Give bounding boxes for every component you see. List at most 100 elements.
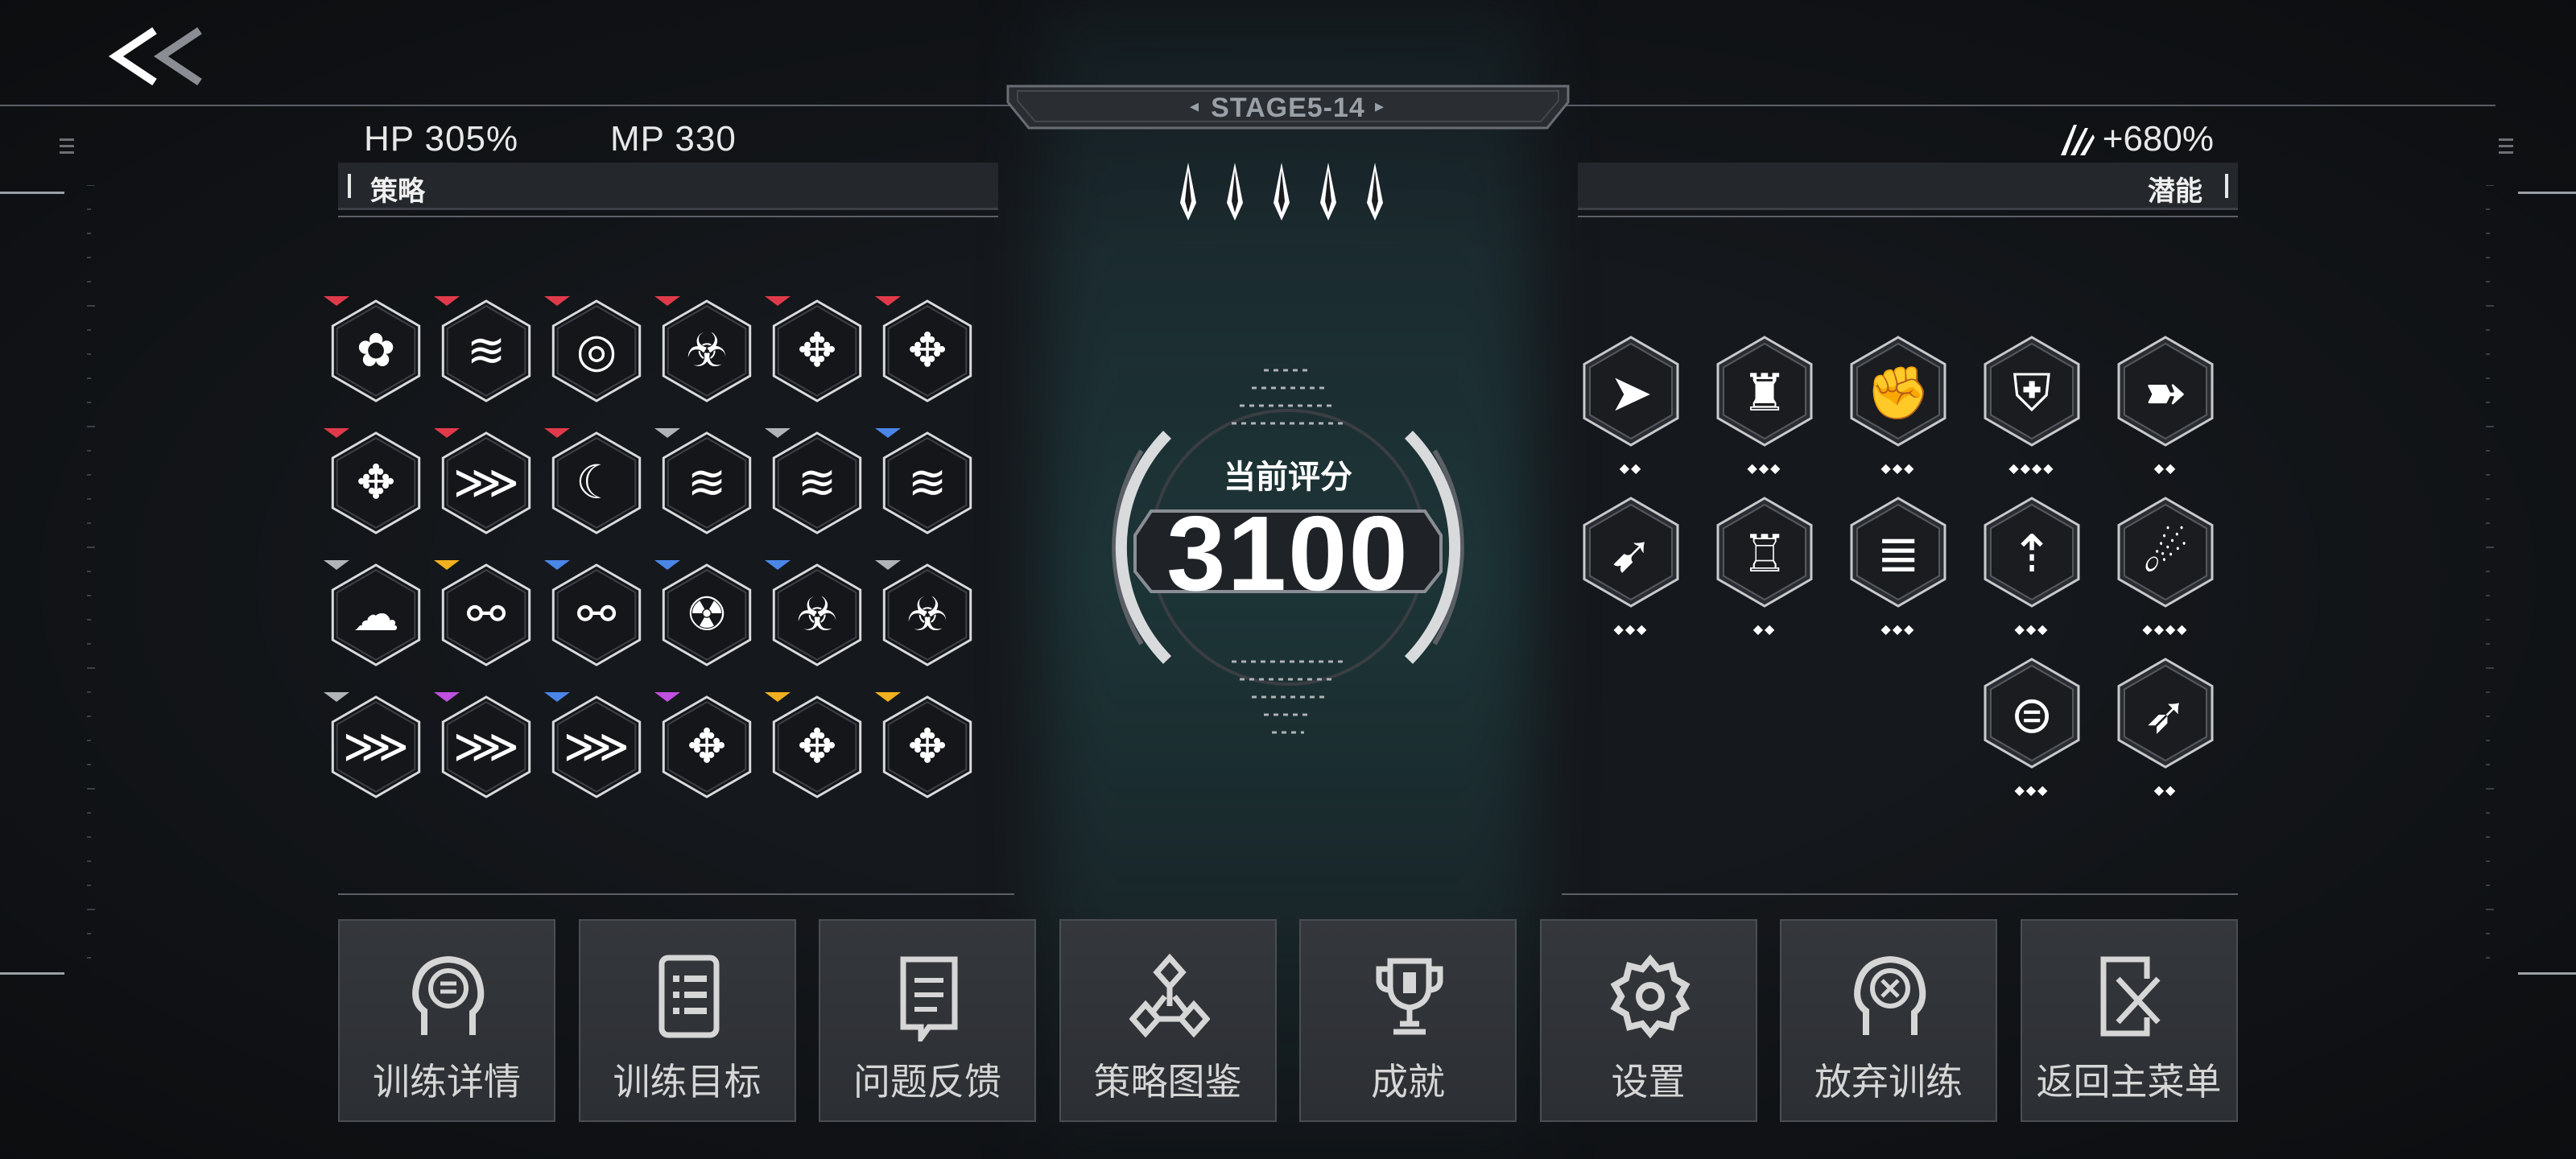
strategy-skill-slot[interactable]: ≋ <box>654 427 759 547</box>
rarity-marker <box>765 296 791 306</box>
potential-slot[interactable]: ☄ ◆◆◆◆ <box>2109 489 2230 637</box>
bullet-icon: ➽ <box>2144 364 2187 422</box>
shield-blade-icon: ⛨ <box>2013 364 2051 422</box>
edge-marker-right-bottom <box>2518 972 2576 975</box>
potential-slot[interactable]: ⊜ ◆◆◆ <box>1975 650 2096 798</box>
menu-button-1[interactable]: 训练详情 <box>338 919 555 1122</box>
potential-slot[interactable]: ➶ ◆◆ <box>2109 650 2230 798</box>
menu-button-label: 训练目标 <box>613 1061 762 1103</box>
strategy-skill-slot[interactable]: ⋙ <box>434 691 539 811</box>
strategy-skill-slot[interactable]: ☁ <box>324 559 428 679</box>
potential-level-dots: ◆◆◆◆ <box>2142 623 2189 637</box>
gear-icon <box>1610 954 1690 1039</box>
rarity-marker <box>654 296 680 306</box>
blade-stack-icon: ≣ <box>1876 525 1920 583</box>
strategy-skill-slot[interactable]: ☾ <box>544 427 649 547</box>
edge-marker-left-top <box>0 192 64 194</box>
menu-button-6[interactable]: 设置 <box>1539 919 1757 1122</box>
potential-level-dots: ◆◆◆ <box>1880 623 1916 637</box>
claw-slash-icon: ⋙ <box>342 720 410 773</box>
storm-cloud-icon: ☁ <box>353 588 399 641</box>
node-link-plus-icon: ⚯ <box>466 588 506 641</box>
claw-slash-timer-icon: ⋙ <box>563 720 630 773</box>
strategy-skill-slot[interactable]: ✥ <box>875 691 980 811</box>
strategy-skill-slot[interactable]: ◎ <box>544 295 649 415</box>
menu-button-4[interactable]: 策略图鉴 <box>1059 919 1277 1122</box>
meteor-icon: ☄ <box>2142 525 2189 583</box>
strategy-skill-slot[interactable]: ≋ <box>875 427 980 547</box>
menu-button-3[interactable]: 问题反馈 <box>819 919 1036 1122</box>
strategy-skill-slot[interactable]: ⋙ <box>544 691 649 811</box>
kunai-icon <box>1274 163 1290 221</box>
strategy-skill-slot[interactable]: ✥ <box>654 691 759 811</box>
crosshair-wind-icon: ✥ <box>797 324 837 377</box>
rarity-marker <box>875 692 901 702</box>
strategy-skill-slot[interactable]: ≋ <box>434 295 539 415</box>
score-value: 3100 <box>1166 494 1410 612</box>
menu-button-5[interactable]: 成就 <box>1299 919 1517 1122</box>
spear-burst-icon: ➶ <box>2144 686 2187 744</box>
bottom-menu: 训练详情 训练目标 问题反馈 策略图鉴 成就 设置 放弃训练 返回主菜单 <box>338 919 2240 1122</box>
strategy-skill-slot[interactable]: ☣ <box>654 295 759 415</box>
rarity-marker <box>324 692 349 702</box>
rarity-marker <box>765 428 791 438</box>
strategy-skill-slot[interactable]: ≋ <box>765 427 869 547</box>
double-chevron-left-icon <box>108 27 202 86</box>
rarity-marker <box>324 560 349 570</box>
potential-slot[interactable]: ✊ ◆◆◆ <box>1842 328 1963 476</box>
section-tick <box>2225 174 2228 198</box>
claw-burst-icon: ⋙ <box>452 456 520 509</box>
frame-line-top-left <box>0 105 1014 106</box>
strategy-skill-slot[interactable]: ⚯ <box>434 559 539 679</box>
potential-slot[interactable]: ➤ ◆◆ <box>1575 328 1695 476</box>
potential-level-dots: ◆◆ <box>2153 462 2178 476</box>
potential-slot[interactable]: ≣ ◆◆◆ <box>1842 489 1963 637</box>
trophy-icon <box>1376 958 1443 1035</box>
strategy-skill-slot[interactable]: ☣ <box>765 559 869 679</box>
strategy-skill-slot[interactable]: ✿ <box>324 295 428 415</box>
node-link-icon: ⚯ <box>576 588 617 641</box>
back-button[interactable] <box>105 24 209 89</box>
rarity-marker <box>654 692 680 702</box>
strategy-skill-slot[interactable]: ☣ <box>875 559 980 679</box>
biohazard-icon: ☣ <box>686 324 728 377</box>
potential-panel-line-bottom <box>1562 893 2238 895</box>
potential-level-dots: ◆◆◆ <box>1613 623 1649 637</box>
kunai-icon <box>1180 163 1196 221</box>
flower-burst-icon: ✿ <box>356 324 396 377</box>
strategy-skill-slot[interactable]: ✥ <box>765 691 869 811</box>
potential-level-dots: ◆◆ <box>2153 784 2178 798</box>
potential-slot[interactable]: ♖ ◆◆ <box>1708 489 1829 637</box>
rarity-marker <box>765 560 791 570</box>
menu-button-2[interactable]: 训练目标 <box>578 919 796 1122</box>
potential-slot[interactable]: ⛨ ◆◆◆◆ <box>1975 328 2096 476</box>
potential-slot[interactable]: ♜ ◆◆◆ <box>1708 328 1829 476</box>
strategy-skill-slot[interactable]: ✥ <box>765 295 869 415</box>
rarity-marker <box>875 296 901 306</box>
menu-button-8[interactable]: 返回主菜单 <box>2020 919 2238 1122</box>
crosshair-icon: ✥ <box>907 324 947 377</box>
menu-button-7[interactable]: 放弃训练 <box>1780 919 1997 1122</box>
rarity-marker <box>434 560 460 570</box>
potential-slot[interactable]: ➽ ◆◆ <box>2109 328 2230 476</box>
rarity-marker <box>875 560 901 570</box>
strategy-skill-slot[interactable]: ☢ <box>654 559 759 679</box>
edge-menu-left <box>60 138 74 158</box>
potential-slot[interactable]: ➹ ◆◆◆ <box>1575 489 1695 637</box>
rarity-marker <box>654 560 680 570</box>
strategy-skill-slot[interactable]: ⋙ <box>324 691 428 811</box>
stage-next-arrow-icon[interactable]: ▸ <box>1375 96 1384 117</box>
sprint-runner-icon: ➹ <box>1609 525 1653 583</box>
strategy-skill-slot[interactable]: ✥ <box>875 295 980 415</box>
rarity-marker <box>544 296 570 306</box>
potential-slot[interactable]: ⇡ ◆◆◆ <box>1975 489 2096 637</box>
crosshair-star-icon: ✥ <box>797 720 837 773</box>
potential-bonus-value: +680% <box>2102 119 2214 159</box>
rarity-marker <box>875 428 901 438</box>
menu-button-label: 策略图鉴 <box>1093 1061 1242 1103</box>
strategy-skill-slot[interactable]: ⚯ <box>544 559 649 679</box>
strategy-skill-slot[interactable]: ⋙ <box>434 427 539 547</box>
strategy-skill-slot[interactable]: ✥ <box>324 427 428 547</box>
kunai-icon <box>1320 163 1336 221</box>
radiation-icon: ☢ <box>686 588 728 641</box>
